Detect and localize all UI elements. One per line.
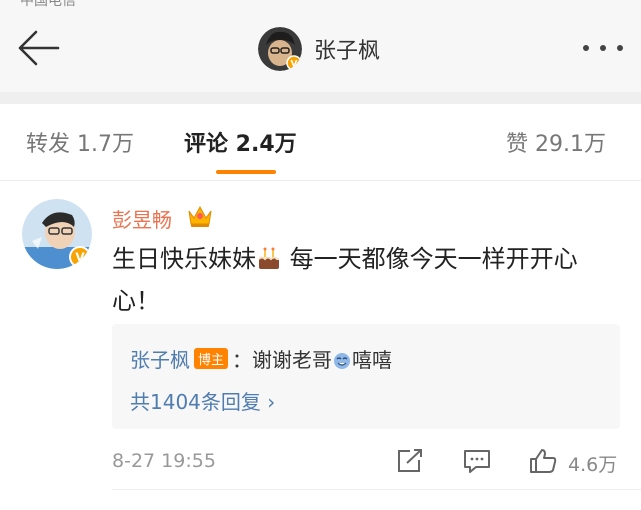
header-center[interactable]: V 张子枫 xyxy=(258,26,380,72)
svg-text:V: V xyxy=(291,60,298,70)
tab-likes[interactable]: 赞 29.1万 xyxy=(506,126,606,158)
header-title: 张子枫 xyxy=(314,39,381,64)
author-badge: 博主 xyxy=(194,348,229,369)
share-icon[interactable] xyxy=(395,447,425,475)
status-bar-carrier: 中国电信 xyxy=(20,0,76,9)
comment-text-part1: 生日快乐妹妹 xyxy=(112,245,256,273)
more-options-icon[interactable] xyxy=(578,38,628,58)
tab-reposts[interactable]: 转发 1.7万 xyxy=(26,126,134,158)
reply-text-part1: ：谢谢老哥 xyxy=(232,348,333,372)
tab-bar-divider xyxy=(0,180,641,181)
comment-author-name[interactable]: 彭昱畅 xyxy=(112,204,172,233)
reply-author-name[interactable]: 张子枫 xyxy=(130,348,190,372)
commenter-avatar[interactable]: V xyxy=(22,199,92,269)
tab-bar: 转发 1.7万 评论 2.4万 赞 29.1万 xyxy=(0,104,641,180)
top-bar: 中国电信 V 张子枫 xyxy=(0,0,641,92)
back-arrow-icon[interactable] xyxy=(14,26,64,70)
reply-line: 张子枫 博主 ：谢谢老哥 嘻嘻 xyxy=(130,344,392,373)
view-all-replies-link[interactable]: 共1404条回复 › xyxy=(130,386,275,415)
comment-divider xyxy=(112,489,641,490)
crown-badge-icon xyxy=(188,205,212,227)
like-count: 4.6万 xyxy=(568,454,618,476)
active-tab-indicator xyxy=(216,170,276,174)
section-divider xyxy=(0,92,641,104)
header-avatar[interactable]: V xyxy=(258,27,302,71)
comment-timestamp: 8-27 19:55 xyxy=(112,450,216,472)
reply-comment-icon[interactable] xyxy=(462,447,492,475)
reply-preview-box[interactable]: 张子枫 博主 ：谢谢老哥 嘻嘻 共1404条回复 › xyxy=(112,324,620,429)
reply-text-part2: 嘻嘻 xyxy=(352,348,393,372)
laughing-emoji-icon xyxy=(334,353,351,369)
svg-text:V: V xyxy=(75,251,85,265)
comment-text: 生日快乐妹妹 每一天都像今天一样开开心心！ xyxy=(112,238,612,322)
tab-comments[interactable]: 评论 2.4万 xyxy=(184,126,297,158)
cake-emoji-icon xyxy=(258,247,279,269)
like-thumb-icon[interactable] xyxy=(528,447,558,475)
